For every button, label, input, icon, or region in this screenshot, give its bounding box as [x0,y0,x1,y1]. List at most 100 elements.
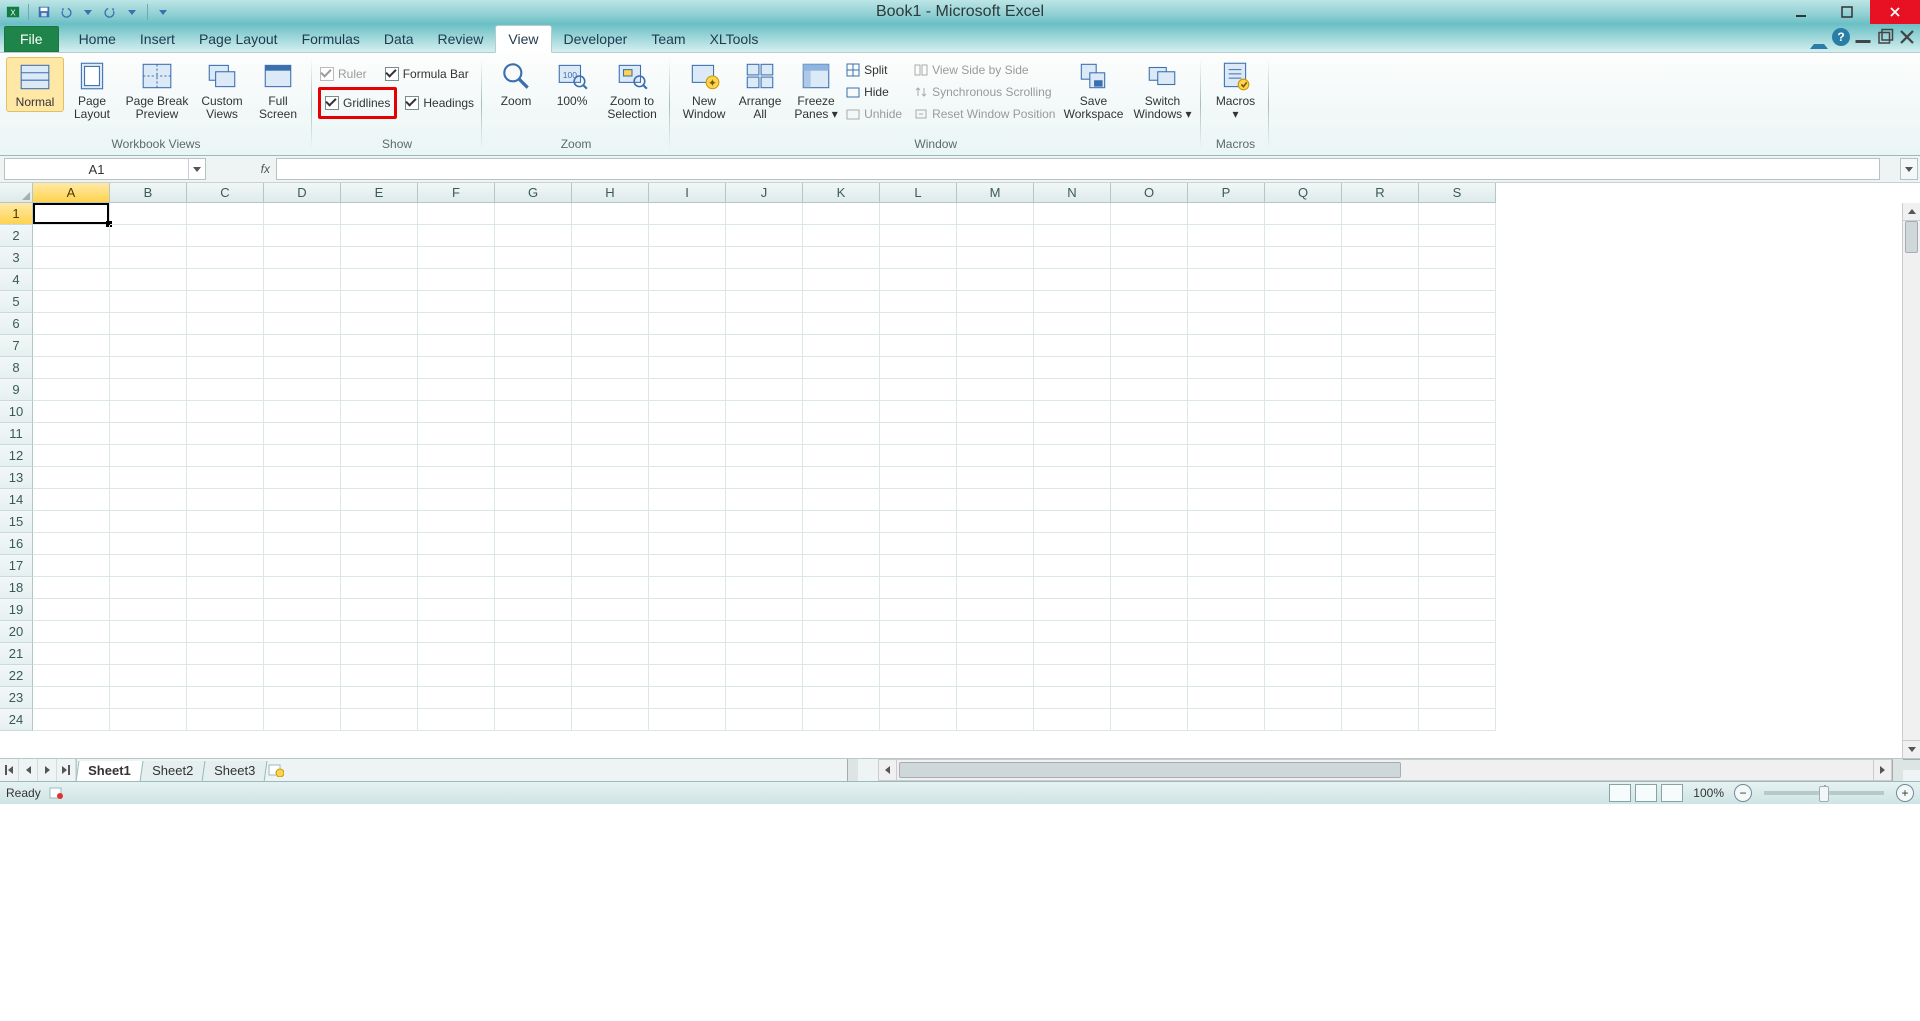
cell[interactable] [726,489,803,511]
cell[interactable] [495,467,572,489]
cell[interactable] [1265,313,1342,335]
cell[interactable] [1342,291,1419,313]
cell[interactable] [1034,665,1111,687]
cell[interactable] [880,599,957,621]
cell[interactable] [341,291,418,313]
cell[interactable] [495,665,572,687]
cell[interactable] [880,489,957,511]
cell[interactable] [110,577,187,599]
cell[interactable] [1342,467,1419,489]
cell[interactable] [495,203,572,225]
page-layout-button[interactable]: Page Layout [64,57,120,123]
cell[interactable] [880,203,957,225]
cell[interactable] [418,291,495,313]
cell[interactable] [1419,225,1496,247]
cell[interactable] [1034,687,1111,709]
cell[interactable] [495,599,572,621]
cell[interactable] [572,203,649,225]
split-button[interactable]: Split [844,59,904,81]
name-box-dropdown-icon[interactable] [188,159,205,179]
cell[interactable] [1342,511,1419,533]
cell[interactable] [341,313,418,335]
horizontal-scrollbar[interactable] [878,759,1892,781]
cell[interactable] [649,643,726,665]
cell[interactable] [1034,577,1111,599]
cell[interactable] [495,489,572,511]
cell[interactable] [880,247,957,269]
cell[interactable] [264,313,341,335]
cell[interactable] [1034,357,1111,379]
cell[interactable] [1188,489,1265,511]
cell[interactable] [110,445,187,467]
cell[interactable] [1111,203,1188,225]
cell[interactable] [495,313,572,335]
cell[interactable] [803,445,880,467]
column-header[interactable]: B [110,183,187,203]
cell[interactable] [1188,401,1265,423]
cell[interactable] [1034,335,1111,357]
sheet-nav-last-icon[interactable] [57,759,76,781]
cell[interactable] [1188,533,1265,555]
cell[interactable] [495,709,572,731]
cell[interactable] [1034,643,1111,665]
cell[interactable] [341,445,418,467]
cell[interactable] [418,489,495,511]
zoom-slider-thumb[interactable] [1819,786,1829,802]
cell[interactable] [1034,203,1111,225]
undo-dropdown-icon[interactable] [79,3,97,21]
cell[interactable] [1034,291,1111,313]
cell[interactable] [880,533,957,555]
cell[interactable] [1111,313,1188,335]
tab-team[interactable]: Team [639,26,697,52]
page-layout-shortcut[interactable] [1635,784,1657,802]
cell[interactable] [341,687,418,709]
cell[interactable] [187,533,264,555]
cell[interactable] [1342,335,1419,357]
cell[interactable] [803,577,880,599]
cell[interactable] [1419,489,1496,511]
cell[interactable] [418,247,495,269]
cell[interactable] [649,445,726,467]
cell[interactable] [1111,709,1188,731]
cell[interactable] [187,423,264,445]
switch-windows-button[interactable]: Switch Windows ▾ [1129,57,1195,123]
cell[interactable] [33,511,110,533]
tab-developer[interactable]: Developer [552,26,640,52]
cell[interactable] [264,577,341,599]
cell[interactable] [495,247,572,269]
cell[interactable] [726,643,803,665]
custom-views-button[interactable]: Custom Views [194,57,250,123]
cell[interactable] [341,665,418,687]
cell[interactable] [110,313,187,335]
cell[interactable] [264,709,341,731]
cell[interactable] [495,687,572,709]
cell[interactable] [572,379,649,401]
cell[interactable] [495,335,572,357]
cell[interactable] [1419,423,1496,445]
cell[interactable] [572,335,649,357]
cell[interactable] [880,313,957,335]
normal-view-shortcut[interactable] [1609,784,1631,802]
cell[interactable] [33,291,110,313]
cell[interactable] [572,511,649,533]
cell[interactable] [803,621,880,643]
save-workspace-button[interactable]: Save Workspace [1057,57,1129,123]
cell[interactable] [1342,665,1419,687]
cell[interactable] [572,313,649,335]
cell[interactable] [726,709,803,731]
tab-split-handle[interactable] [847,759,858,781]
cell[interactable] [1034,445,1111,467]
row-header[interactable]: 16 [0,533,33,555]
cell[interactable] [187,599,264,621]
cell[interactable] [803,379,880,401]
cell[interactable] [341,357,418,379]
cell[interactable] [1265,445,1342,467]
cell[interactable] [418,335,495,357]
cell[interactable] [495,621,572,643]
cell[interactable] [1034,269,1111,291]
cell[interactable] [110,423,187,445]
v-split-handle[interactable] [1903,759,1920,770]
sheet-nav-prev-icon[interactable] [19,759,38,781]
scroll-thumb[interactable] [1905,221,1918,253]
cell[interactable] [803,599,880,621]
